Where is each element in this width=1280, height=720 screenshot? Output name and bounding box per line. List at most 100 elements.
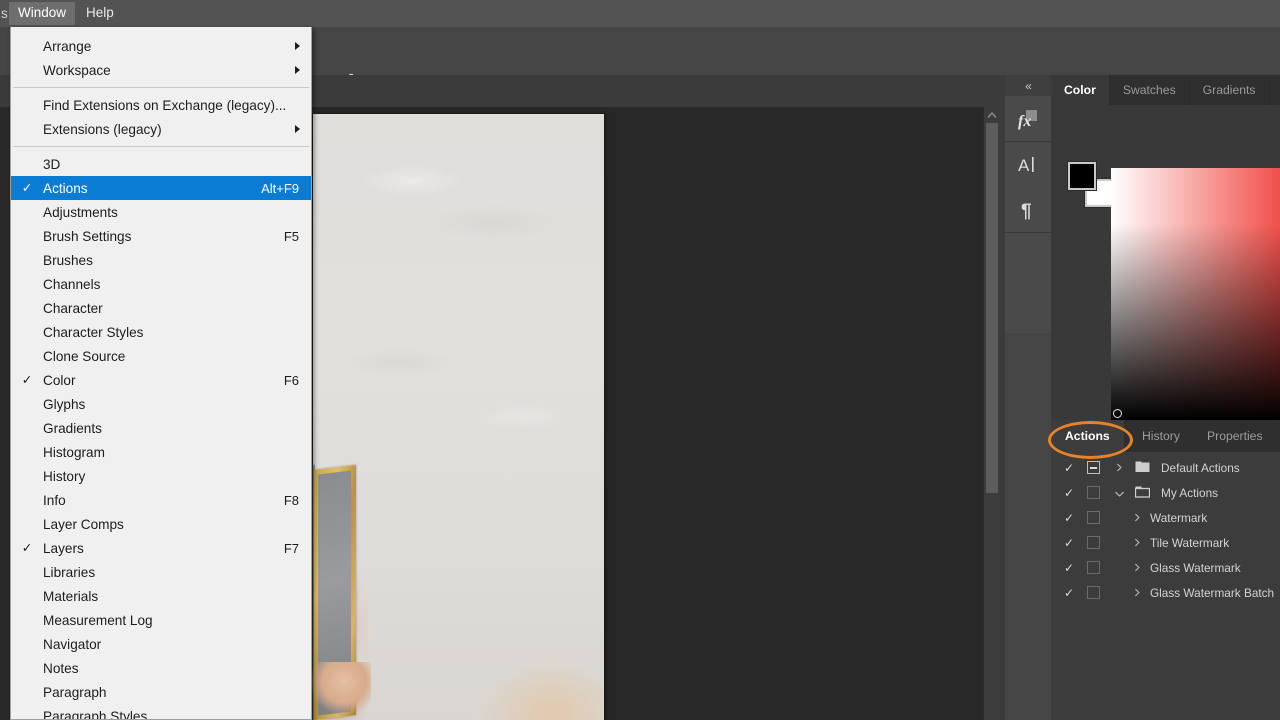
table-row[interactable]: ✓ Default Actions xyxy=(1051,455,1280,480)
table-row[interactable]: ✓ Watermark xyxy=(1051,505,1280,530)
menu-item-navigator[interactable]: Navigator xyxy=(11,632,311,656)
menu-item-paragraph[interactable]: Paragraph xyxy=(11,680,311,704)
collapsed-panel-dock: « fx A ¶ xyxy=(1005,75,1052,720)
action-enabled-check-icon[interactable]: ✓ xyxy=(1063,486,1075,500)
tab-color[interactable]: Color xyxy=(1051,75,1110,105)
menu-item-actions[interactable]: ✓ Actions Alt+F9 xyxy=(11,176,311,200)
scrollbar-thumb[interactable] xyxy=(986,123,998,493)
table-row[interactable]: ✓ Glass Watermark Batch xyxy=(1051,580,1280,605)
menu-item-color[interactable]: ✓ Color F6 xyxy=(11,368,311,392)
checkmark-icon: ✓ xyxy=(21,373,33,387)
tab-gradients[interactable]: Gradients xyxy=(1190,75,1270,105)
tab-actions[interactable]: Actions xyxy=(1051,420,1124,452)
menu-item-info[interactable]: Info F8 xyxy=(11,488,311,512)
action-enabled-check-icon[interactable]: ✓ xyxy=(1063,461,1075,475)
color-swatches xyxy=(1068,162,1113,207)
menu-item-layers[interactable]: ✓ Layers F7 xyxy=(11,536,311,560)
menu-item-label: Materials xyxy=(43,588,99,604)
menu-item-label: Extensions (legacy) xyxy=(43,121,162,137)
menu-item-label: Character Styles xyxy=(43,324,144,340)
menu-item-label: Layer Comps xyxy=(43,516,124,532)
menu-item-label: Find Extensions on Exchange (legacy)... xyxy=(43,97,287,113)
window-menu-dropdown[interactable]: Arrange Workspace Find Extensions on Exc… xyxy=(10,27,312,720)
menu-item-arrange[interactable]: Arrange xyxy=(11,34,311,58)
menu-help[interactable]: Help xyxy=(77,2,123,25)
character-icon[interactable]: A xyxy=(1005,142,1051,187)
folder-closed-icon xyxy=(1135,461,1150,472)
menu-item-brushes[interactable]: Brushes xyxy=(11,248,311,272)
menu-separator xyxy=(13,146,309,147)
action-enabled-check-icon[interactable]: ✓ xyxy=(1063,511,1075,525)
photo-subject-skin xyxy=(311,662,371,720)
chevron-right-icon[interactable] xyxy=(1133,563,1142,572)
menu-item-extensions-legacy[interactable]: Extensions (legacy) xyxy=(11,117,311,141)
styles-fx-icon[interactable]: fx xyxy=(1005,96,1051,141)
chevron-right-icon[interactable] xyxy=(1115,463,1124,472)
menu-item-glyphs[interactable]: Glyphs xyxy=(11,392,311,416)
action-dialog-toggle-icon[interactable] xyxy=(1087,511,1100,524)
table-row[interactable]: ✓ Glass Watermark xyxy=(1051,555,1280,580)
menu-item-workspace[interactable]: Workspace xyxy=(11,58,311,82)
chevron-right-icon[interactable] xyxy=(1133,538,1142,547)
tab-properties[interactable]: Properties xyxy=(1195,420,1275,452)
tab-actions-label: Actions xyxy=(1065,429,1110,443)
tab-patterns[interactable]: P xyxy=(1270,75,1280,105)
menu-item-label: Gradients xyxy=(43,420,102,436)
menu-window[interactable]: Window xyxy=(9,2,76,25)
action-enabled-check-icon[interactable]: ✓ xyxy=(1063,586,1075,600)
menu-item-adjustments[interactable]: Adjustments xyxy=(11,200,311,224)
menu-item-brush-settings[interactable]: Brush Settings F5 xyxy=(11,224,311,248)
menu-item-libraries[interactable]: Libraries xyxy=(11,560,311,584)
menu-item-character-styles[interactable]: Character Styles xyxy=(11,320,311,344)
scroll-up-arrow-icon[interactable] xyxy=(984,107,1000,123)
action-dialog-toggle-icon[interactable] xyxy=(1087,561,1100,574)
tab-swatches-label: Swatches xyxy=(1122,83,1176,97)
collapse-panels-button[interactable]: « xyxy=(1005,75,1051,96)
menu-item-clone-source[interactable]: Clone Source xyxy=(11,344,311,368)
menu-item-label: Brush Settings xyxy=(43,228,132,244)
table-row[interactable]: ✓ My Actions xyxy=(1051,480,1280,505)
menu-item-gradients[interactable]: Gradients xyxy=(11,416,311,440)
action-dialog-toggle-icon[interactable] xyxy=(1087,586,1100,599)
dock-group-styles: fx xyxy=(1005,96,1051,142)
action-enabled-check-icon[interactable]: ✓ xyxy=(1063,561,1075,575)
color-ramp-picker[interactable] xyxy=(1113,409,1122,418)
menu-item-history[interactable]: History xyxy=(11,464,311,488)
chevron-right-icon[interactable] xyxy=(1133,513,1142,522)
svg-text:A: A xyxy=(1018,156,1030,175)
tab-swatches[interactable]: Swatches xyxy=(1110,75,1190,105)
table-row[interactable]: ✓ Tile Watermark xyxy=(1051,530,1280,555)
menu-item-label: Glyphs xyxy=(43,396,86,412)
document-image[interactable] xyxy=(304,114,613,720)
menu-item-materials[interactable]: Materials xyxy=(11,584,311,608)
menu-item-label: Libraries xyxy=(43,564,96,580)
canvas-vertical-scrollbar[interactable] xyxy=(983,107,1000,720)
chevron-down-icon[interactable] xyxy=(1114,489,1125,500)
foreground-color-swatch[interactable] xyxy=(1068,162,1096,190)
menu-item-character[interactable]: Character xyxy=(11,296,311,320)
action-dialog-toggle-icon[interactable] xyxy=(1087,536,1100,549)
menu-item-notes[interactable]: Notes xyxy=(11,656,311,680)
menu-item-3d[interactable]: 3D xyxy=(11,152,311,176)
menu-item-label: Arrange xyxy=(43,38,92,54)
wall-texture xyxy=(313,114,604,720)
action-dialog-toggle-icon[interactable] xyxy=(1087,461,1100,474)
action-dialog-toggle-icon[interactable] xyxy=(1087,486,1100,499)
paragraph-icon[interactable]: ¶ xyxy=(1005,187,1051,232)
menu-item-label: Adjustments xyxy=(43,204,118,220)
menu-item-label: 3D xyxy=(43,156,61,172)
checkmark-icon: ✓ xyxy=(21,181,33,195)
action-name: Watermark xyxy=(1150,510,1208,525)
action-enabled-check-icon[interactable]: ✓ xyxy=(1063,536,1075,550)
actions-panel-tabs: Actions History Properties xyxy=(1048,420,1280,459)
menu-item-histogram[interactable]: Histogram xyxy=(11,440,311,464)
menu-item-find-extensions[interactable]: Find Extensions on Exchange (legacy)... xyxy=(11,93,311,117)
chevron-right-icon[interactable] xyxy=(1133,588,1142,597)
menu-item-paragraph-styles[interactable]: Paragraph Styles xyxy=(11,704,311,720)
tab-history[interactable]: History xyxy=(1130,420,1192,452)
dock-lower-region xyxy=(1005,333,1051,712)
menu-item-measurement-log[interactable]: Measurement Log xyxy=(11,608,311,632)
color-ramp[interactable] xyxy=(1111,168,1280,420)
menu-item-layer-comps[interactable]: Layer Comps xyxy=(11,512,311,536)
menu-item-channels[interactable]: Channels xyxy=(11,272,311,296)
